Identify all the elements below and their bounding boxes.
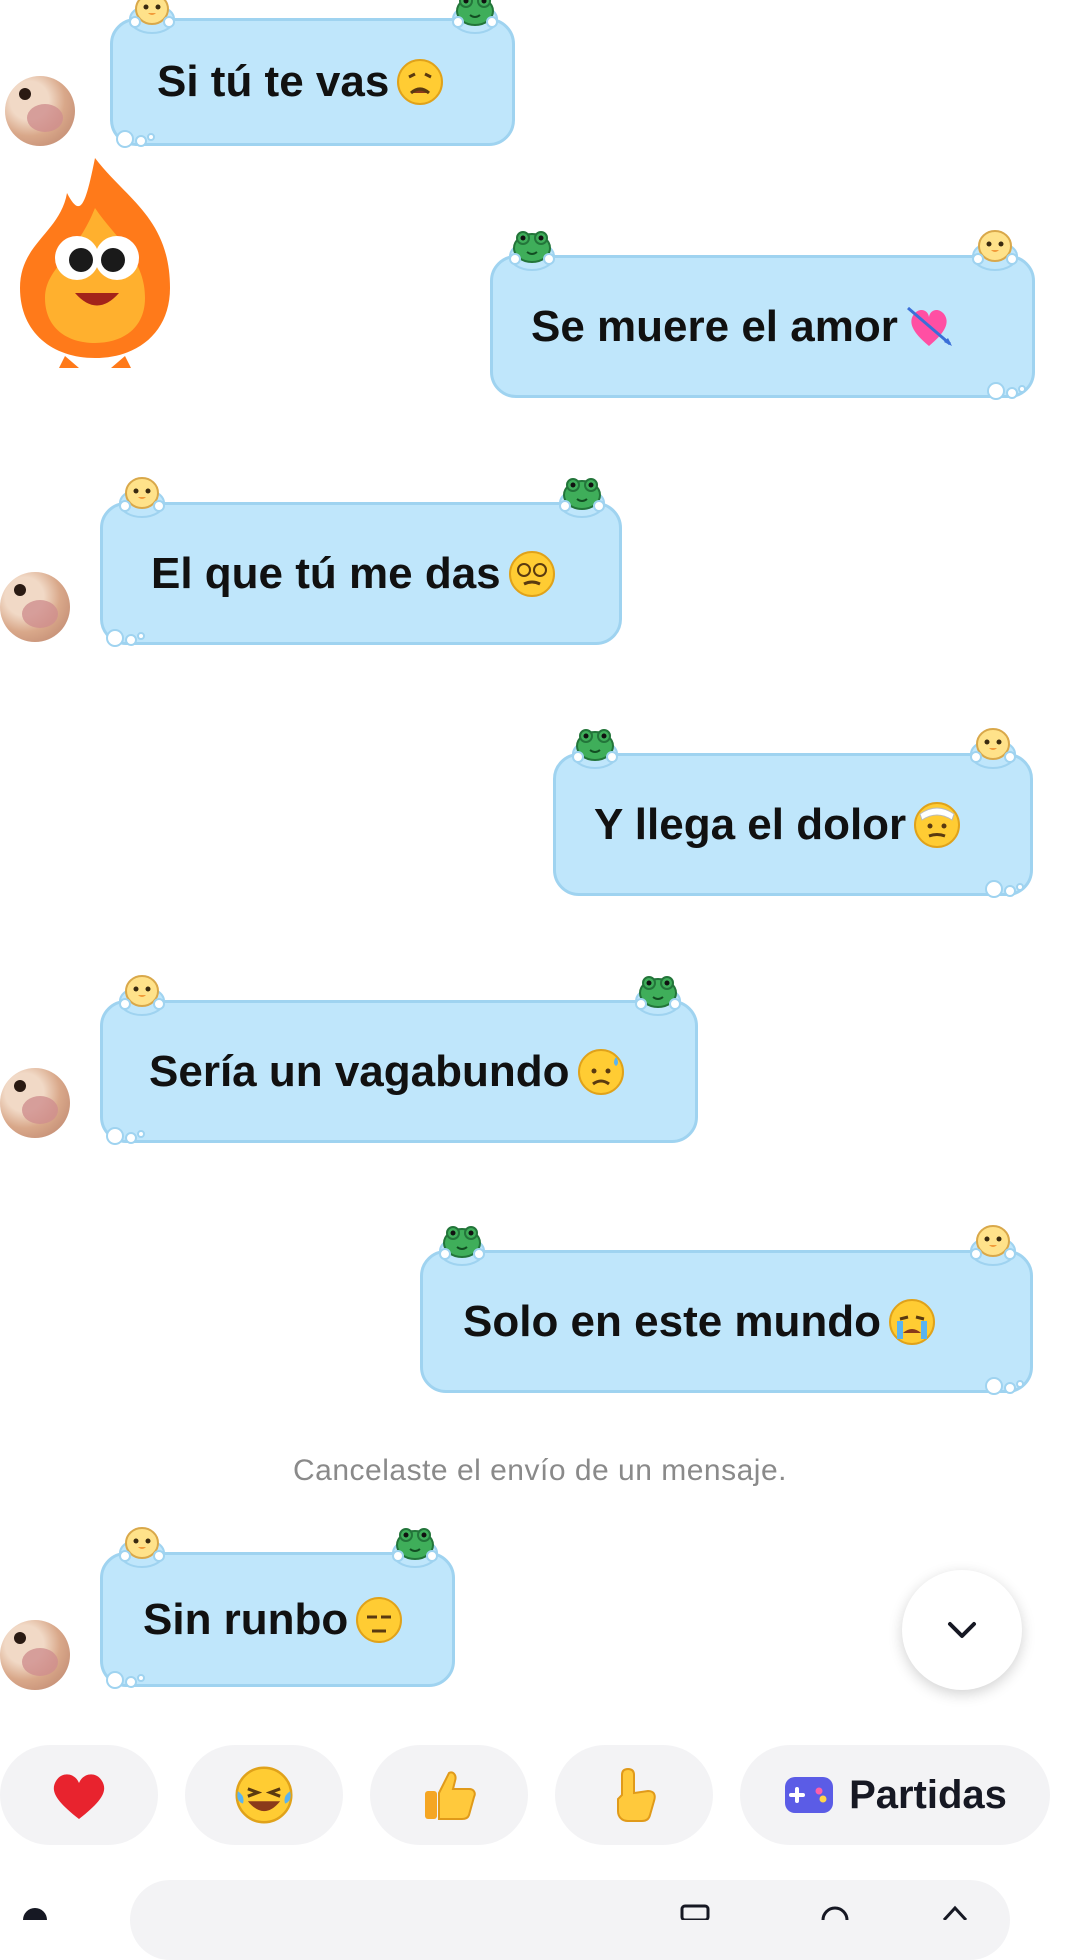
frog-decoration-icon — [629, 971, 687, 1017]
frog-decoration-icon — [446, 0, 504, 35]
message-bubble[interactable]: Se muere el amor — [490, 255, 1035, 398]
frog-decoration-icon — [566, 724, 624, 770]
chick-decoration-icon — [113, 971, 171, 1017]
weary-face-emoji-icon — [395, 57, 445, 107]
frog-decoration-icon — [553, 473, 611, 519]
foam-decoration-icon — [982, 1374, 1030, 1396]
frog-decoration-icon — [433, 1221, 491, 1267]
dizzy-face-emoji-icon — [507, 549, 557, 599]
games-button[interactable]: Partidas — [740, 1745, 1050, 1845]
message-text: Y llega el dolor — [594, 799, 907, 849]
foam-decoration-icon — [103, 626, 151, 648]
react-laugh-button[interactable] — [185, 1745, 343, 1845]
system-message: Cancelaste el envío de un mensaje. — [293, 1454, 787, 1487]
message-text: Solo en este mundo — [463, 1296, 882, 1346]
message-text: Se muere el amor — [531, 301, 898, 351]
contact-avatar[interactable] — [0, 572, 70, 642]
chick-decoration-icon — [964, 724, 1022, 770]
gamepad-icon — [785, 1777, 834, 1813]
message-bubble[interactable]: Sería un vagabundo — [100, 1000, 698, 1143]
foam-decoration-icon — [113, 127, 161, 149]
camera-icon[interactable] — [20, 1900, 50, 1920]
contact-avatar[interactable] — [0, 1620, 70, 1690]
chevron-down-icon — [948, 1622, 976, 1638]
message-input-field[interactable] — [130, 1880, 1010, 1960]
foam-decoration-icon — [984, 379, 1032, 401]
contact-avatar[interactable] — [5, 76, 75, 146]
foam-decoration-icon — [103, 1124, 151, 1146]
games-label: Partidas — [849, 1772, 1007, 1817]
pointing-hand-icon — [617, 1767, 656, 1822]
emoji-icon[interactable] — [820, 1900, 850, 1920]
foam-decoration-icon — [982, 877, 1030, 899]
chick-decoration-icon — [964, 1221, 1022, 1267]
react-heart-button[interactable] — [0, 1745, 158, 1845]
message-bubble[interactable]: Solo en este mundo — [420, 1250, 1033, 1393]
message-bubble[interactable]: Y llega el dolor — [553, 753, 1033, 896]
red-heart-icon — [53, 1774, 105, 1819]
chick-decoration-icon — [966, 226, 1024, 272]
chick-decoration-icon — [113, 473, 171, 519]
thumbs-up-icon — [425, 1771, 476, 1820]
image-icon[interactable] — [680, 1900, 710, 1920]
send-icon[interactable] — [940, 1900, 970, 1920]
chick-decoration-icon — [123, 0, 181, 35]
message-bubble[interactable]: El que tú me das — [100, 502, 622, 645]
scroll-to-bottom-button[interactable] — [902, 1570, 1022, 1690]
react-pointing-button[interactable] — [555, 1745, 713, 1845]
unamused-face-emoji-icon — [354, 1595, 404, 1645]
foam-decoration-icon — [103, 1668, 151, 1690]
message-bubble[interactable]: Sin runbo — [100, 1552, 455, 1687]
frog-decoration-icon — [386, 1523, 444, 1569]
message-text: Sería un vagabundo — [149, 1046, 570, 1096]
message-text: Si tú te vas — [157, 57, 390, 106]
heart-with-arrow-emoji-icon — [906, 306, 952, 346]
react-thumbs-up-button[interactable] — [370, 1745, 528, 1845]
crying-face-emoji-icon — [887, 1297, 937, 1347]
quick-reactions-bar: Partidas — [0, 1745, 1080, 1845]
chick-decoration-icon — [113, 1523, 171, 1569]
contact-avatar[interactable] — [0, 1068, 70, 1138]
message-bubble[interactable]: Si tú te vas — [110, 18, 515, 146]
laughing-tears-icon — [233, 1764, 295, 1826]
sad-sweat-face-emoji-icon — [576, 1047, 626, 1097]
chat-screen: Si tú te vas Se muere el amor El que tú … — [0, 0, 1080, 1960]
message-text: Sin runbo — [143, 1594, 349, 1644]
frog-decoration-icon — [503, 226, 561, 272]
fire-mascot-sticker-icon[interactable] — [5, 148, 185, 373]
message-text: El que tú me das — [151, 548, 501, 598]
bandage-face-emoji-icon — [912, 800, 962, 850]
